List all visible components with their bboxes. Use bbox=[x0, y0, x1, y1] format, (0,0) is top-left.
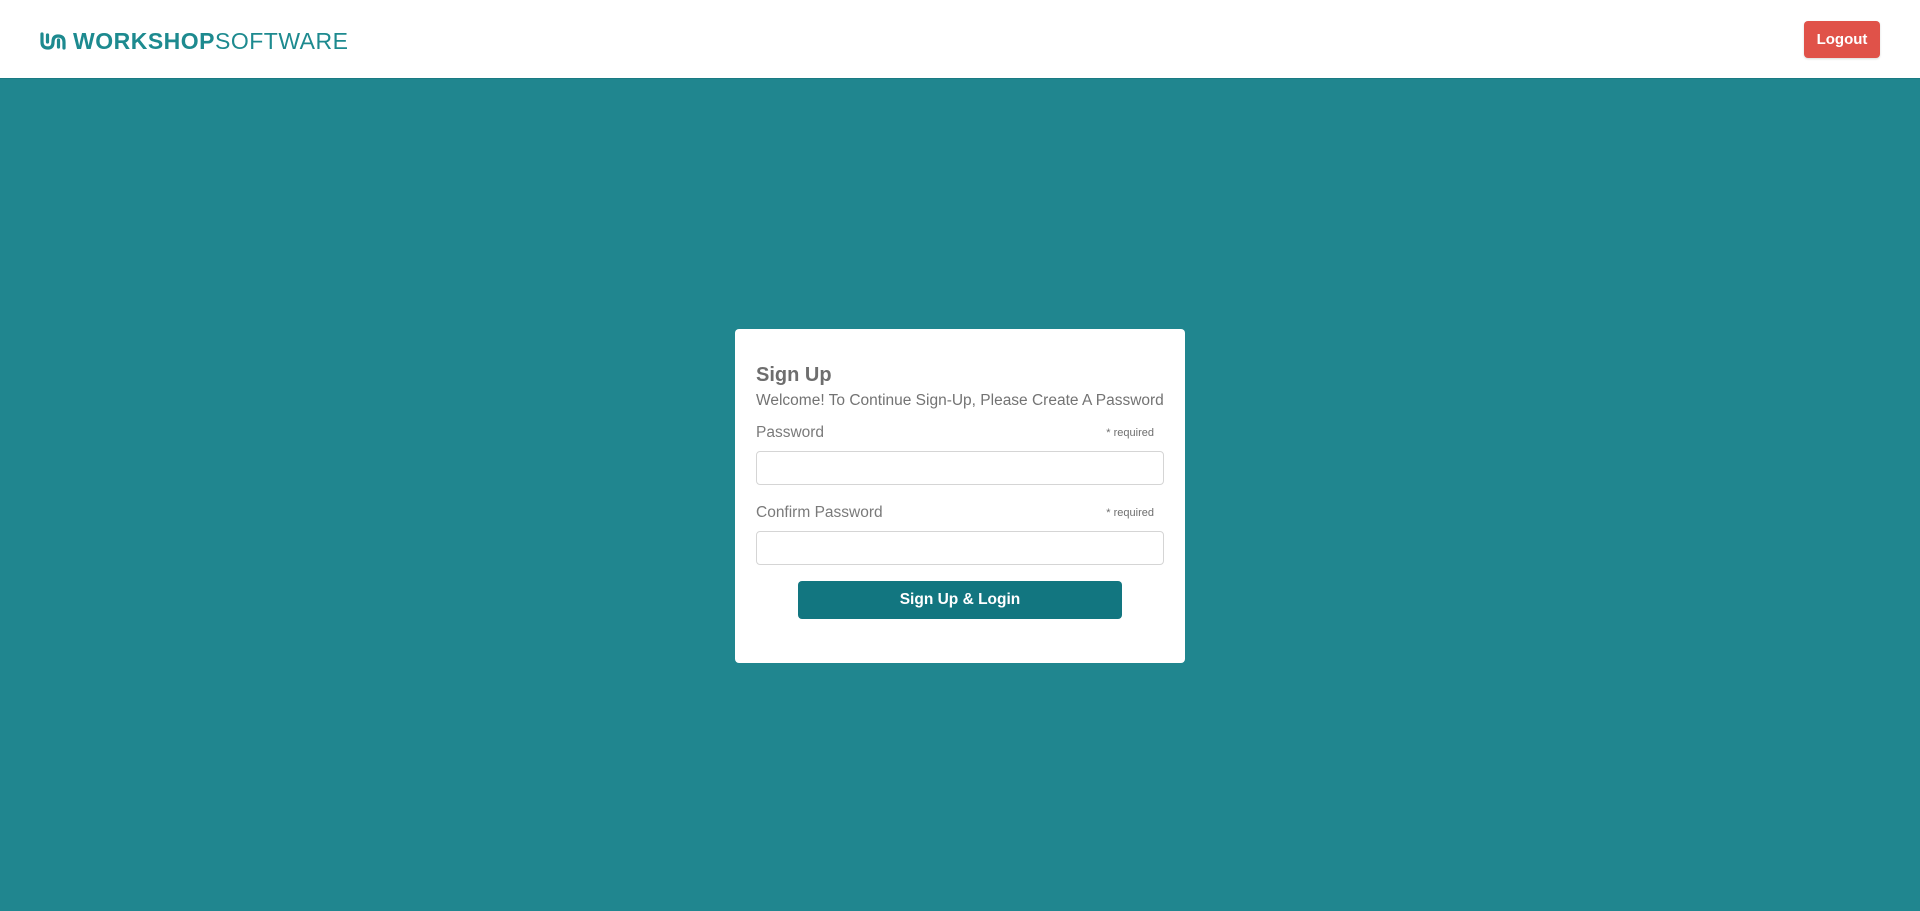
logout-button[interactable]: Logout bbox=[1804, 21, 1880, 58]
workshop-software-logo-icon bbox=[39, 31, 67, 51]
signup-title: Sign Up bbox=[756, 364, 832, 386]
signup-card: Sign Up Welcome! To Continue Sign-Up, Pl… bbox=[735, 329, 1185, 663]
confirm-password-label: Confirm Password bbox=[756, 504, 883, 521]
password-label-row: Password * required bbox=[756, 423, 1164, 443]
workshop-software-logo[interactable]: WORKSHOPSOFTWARE bbox=[39, 28, 348, 54]
confirm-password-input[interactable] bbox=[756, 531, 1164, 565]
sign-up-and-login-button[interactable]: Sign Up & Login bbox=[798, 581, 1122, 619]
logo-wordmark: WORKSHOPSOFTWARE bbox=[73, 28, 348, 54]
password-label: Password bbox=[756, 424, 825, 441]
logo-text-bold: WORKSHOP bbox=[73, 28, 215, 54]
signup-subtitle: Welcome! To Continue Sign-Up, Please Cre… bbox=[756, 392, 1164, 409]
confirm-password-required-note: * required bbox=[1106, 507, 1154, 519]
logo-text-light: SOFTWARE bbox=[215, 28, 349, 54]
password-required-note: * required bbox=[1106, 427, 1154, 439]
password-input[interactable] bbox=[756, 451, 1164, 485]
top-header: WORKSHOPSOFTWARE Logout bbox=[0, 0, 1920, 79]
confirm-password-label-row: Confirm Password * required bbox=[756, 503, 1164, 523]
